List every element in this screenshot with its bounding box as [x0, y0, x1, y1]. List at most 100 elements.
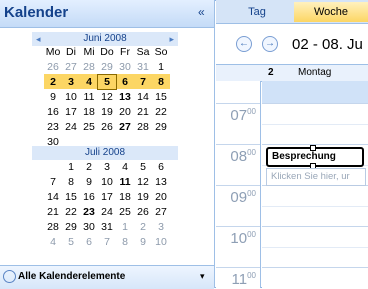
- calendar-day[interactable]: 4: [80, 75, 98, 89]
- calendar-day[interactable]: 20: [152, 190, 170, 204]
- calendar-day[interactable]: 6: [116, 75, 134, 89]
- calendar-day[interactable]: 22: [152, 105, 170, 119]
- calendar-day[interactable]: 20: [116, 105, 134, 119]
- previous-period-button[interactable]: ←: [236, 36, 252, 52]
- next-period-button[interactable]: →: [262, 36, 278, 52]
- calendar-day[interactable]: 14: [44, 190, 62, 204]
- calendar-day[interactable]: 8: [152, 75, 170, 89]
- calendar-day[interactable]: 2: [134, 220, 152, 234]
- tab-day[interactable]: Tag: [222, 2, 292, 22]
- day-time-grid[interactable]: [262, 103, 368, 288]
- calendar-day[interactable]: 25: [116, 205, 134, 219]
- calendar-view: Tag Woche ← → 02 - 08. Ju 2 Montag 0700 0…: [216, 0, 368, 288]
- calendar-day[interactable]: 15: [62, 190, 80, 204]
- hour-number: 09: [230, 189, 248, 206]
- calendar-day[interactable]: 30: [80, 220, 98, 234]
- weekday-name: Mi: [83, 46, 95, 58]
- tab-week[interactable]: Woche: [294, 2, 368, 22]
- calendar-day[interactable]: 23: [44, 120, 62, 134]
- calendar-day[interactable]: 2: [44, 75, 62, 89]
- calendar-day[interactable]: 5: [134, 160, 152, 174]
- calendar-day[interactable]: 25: [80, 120, 98, 134]
- chevron-down-icon[interactable]: ▾: [200, 271, 205, 282]
- calendar-day[interactable]: 29: [98, 60, 116, 74]
- calendar-day[interactable]: 11: [116, 175, 134, 189]
- calendar-day[interactable]: 8: [62, 175, 80, 189]
- calendar-day[interactable]: 19: [98, 105, 116, 119]
- next-month-icon[interactable]: ▸: [169, 32, 174, 46]
- calendar-day[interactable]: 4: [116, 160, 134, 174]
- prev-month-icon[interactable]: ◂: [36, 32, 41, 46]
- calendar-day[interactable]: 1: [152, 60, 170, 74]
- calendar-day[interactable]: 24: [62, 120, 80, 134]
- calendar-day[interactable]: 8: [116, 235, 134, 249]
- calendar-day[interactable]: 19: [134, 190, 152, 204]
- calendar-day[interactable]: 1: [62, 160, 80, 174]
- half-hour-line: [262, 123, 368, 125]
- calendar-day[interactable]: 10: [62, 90, 80, 104]
- calendar-day[interactable]: 29: [152, 120, 170, 134]
- hour-divider: [216, 226, 260, 227]
- hour-label: 0800: [230, 148, 256, 165]
- calendar-day[interactable]: 1: [116, 220, 134, 234]
- calendar-day[interactable]: 16: [80, 190, 98, 204]
- calendar-day[interactable]: 4: [44, 235, 62, 249]
- calendar-day[interactable]: 21: [134, 105, 152, 119]
- calendar-day[interactable]: 9: [44, 90, 62, 104]
- calendar-day[interactable]: 15: [152, 90, 170, 104]
- calendar-day[interactable]: 13: [152, 175, 170, 189]
- new-appointment-input[interactable]: Klicken Sie hier, ur: [266, 168, 366, 186]
- calendar-day[interactable]: 26: [98, 120, 116, 134]
- calendar-day[interactable]: 7: [44, 175, 62, 189]
- calendar-day[interactable]: 10: [152, 235, 170, 249]
- all-day-area[interactable]: [262, 81, 368, 103]
- calendar-day[interactable]: 31: [134, 60, 152, 74]
- calendar-day[interactable]: 5: [97, 74, 117, 90]
- calendar-day[interactable]: 23: [80, 205, 98, 219]
- collapse-pane-icon[interactable]: «: [198, 5, 205, 19]
- calendar-day[interactable]: 9: [80, 175, 98, 189]
- month-header-june: ◂ Juni 2008 ▸: [32, 32, 178, 46]
- calendar-day[interactable]: 24: [98, 205, 116, 219]
- calendar-day[interactable]: 12: [134, 175, 152, 189]
- calendar-day[interactable]: 5: [62, 235, 80, 249]
- calendar-day[interactable]: 27: [152, 205, 170, 219]
- calendar-day[interactable]: 26: [134, 205, 152, 219]
- hour-minutes: 00: [247, 271, 256, 280]
- calendar-day[interactable]: 16: [44, 105, 62, 119]
- calendar-day[interactable]: 11: [80, 90, 98, 104]
- calendar-day[interactable]: 3: [62, 75, 80, 89]
- calendar-filter-bar[interactable]: Alle Kalenderelemente ▾: [0, 265, 214, 289]
- calendar-day[interactable]: 10: [98, 175, 116, 189]
- calendar-day[interactable]: 27: [62, 60, 80, 74]
- calendar-day[interactable]: 21: [44, 205, 62, 219]
- calendar-day[interactable]: 18: [80, 105, 98, 119]
- calendar-day[interactable]: 12: [98, 90, 116, 104]
- calendar-day[interactable]: 27: [116, 120, 134, 134]
- appointment-besprechung[interactable]: Besprechung: [266, 145, 364, 169]
- calendar-day[interactable]: 7: [134, 75, 152, 89]
- calendar-day[interactable]: 29: [62, 220, 80, 234]
- calendar-day[interactable]: 9: [134, 235, 152, 249]
- calendar-day[interactable]: 3: [98, 160, 116, 174]
- calendar-day[interactable]: 28: [44, 220, 62, 234]
- calendar-day[interactable]: 13: [116, 90, 134, 104]
- calendar-day[interactable]: 28: [80, 60, 98, 74]
- calendar-day[interactable]: 3: [152, 220, 170, 234]
- calendar-day[interactable]: 31: [98, 220, 116, 234]
- day-column-header[interactable]: 2 Montag: [216, 64, 368, 82]
- calendar-filter-label: Alle Kalenderelemente: [18, 271, 126, 282]
- resize-handle-top[interactable]: [310, 145, 316, 151]
- calendar-day[interactable]: 6: [80, 235, 98, 249]
- calendar-day[interactable]: 17: [62, 105, 80, 119]
- calendar-day[interactable]: 18: [116, 190, 134, 204]
- calendar-day[interactable]: 2: [80, 160, 98, 174]
- calendar-day[interactable]: 6: [152, 160, 170, 174]
- calendar-day[interactable]: 7: [98, 235, 116, 249]
- calendar-day[interactable]: 14: [134, 90, 152, 104]
- calendar-day[interactable]: 30: [116, 60, 134, 74]
- calendar-day[interactable]: 26: [44, 60, 62, 74]
- calendar-day[interactable]: 17: [98, 190, 116, 204]
- calendar-day[interactable]: 22: [62, 205, 80, 219]
- calendar-day[interactable]: 28: [134, 120, 152, 134]
